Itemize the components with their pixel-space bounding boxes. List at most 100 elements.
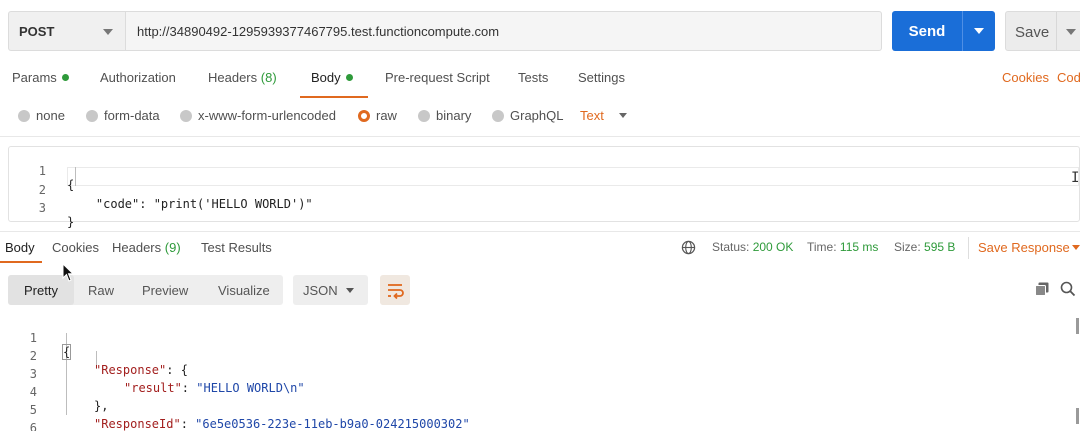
radio-graphql[interactable]: GraphQL	[492, 108, 563, 123]
time-info: Time: 115 ms	[807, 240, 878, 254]
view-raw[interactable]: Raw	[88, 275, 114, 305]
chevron-down-icon[interactable]	[619, 113, 627, 118]
tab-body-label: Body	[311, 70, 341, 85]
copy-icon[interactable]	[1034, 281, 1050, 297]
radio-circle	[180, 109, 192, 122]
save-options-chevron-icon[interactable]	[1066, 29, 1076, 35]
radio-urlencoded-label: x-www-form-urlencoded	[198, 108, 336, 123]
response-body-viewer[interactable]: 1 { 2 "Response": { 3 "result": "HELLO W…	[0, 316, 1080, 431]
request-body-editor[interactable]: 1 { 2 "code": "print('HELLO WORLD')" 3 }…	[8, 146, 1080, 229]
save-label: Save	[1015, 23, 1050, 41]
scrollbar-marker[interactable]	[1076, 408, 1079, 424]
tab-authorization[interactable]: Authorization	[100, 70, 176, 85]
mouse-cursor-icon	[62, 263, 75, 282]
tab-settings[interactable]: Settings	[578, 70, 625, 85]
chevron-down-icon	[346, 288, 354, 293]
code-line: 2 "code": "print('HELLO WORLD')"	[9, 169, 1079, 211]
send-options-chevron-icon[interactable]	[974, 28, 984, 34]
text-cursor-icon: I	[1071, 170, 1080, 186]
chevron-down-icon	[103, 29, 113, 35]
save-button[interactable]: Save	[1005, 11, 1080, 51]
method-select[interactable]: POST	[8, 11, 126, 51]
request-bar: POST http://34890492-1295939377467795.te…	[8, 11, 1080, 51]
radio-binary[interactable]: binary	[418, 108, 471, 123]
chevron-down-icon[interactable]	[1072, 245, 1080, 250]
radio-graphql-label: GraphQL	[510, 108, 564, 123]
divider	[0, 231, 1080, 232]
send-button[interactable]: Send	[892, 11, 995, 51]
format-select[interactable]: JSON	[293, 275, 368, 305]
code-text: }	[67, 215, 75, 229]
cookies-link[interactable]: Cookies	[1002, 70, 1049, 85]
request-tabs: Params Authorization Headers (8) Body Pr…	[0, 70, 1080, 88]
radio-none[interactable]: none	[18, 108, 65, 123]
url-value: http://34890492-1295939377467795.test.fu…	[137, 23, 500, 39]
save-divider	[1056, 12, 1057, 50]
search-icon[interactable]	[1060, 281, 1076, 297]
tab-params-label: Params	[12, 70, 57, 85]
tab-tests[interactable]: Tests	[518, 70, 548, 85]
send-divider	[962, 11, 963, 51]
resp-headers-count: (9)	[164, 240, 181, 255]
radio-none-label: none	[36, 108, 65, 123]
time-label: Time:	[807, 240, 837, 254]
save-response-button[interactable]: Save Response	[978, 240, 1070, 255]
code-line: 4 },	[0, 371, 1070, 413]
radio-urlencoded[interactable]: x-www-form-urlencoded	[180, 108, 336, 123]
response-tab-underline	[0, 261, 42, 263]
scrollbar-marker[interactable]	[1076, 318, 1079, 334]
radio-raw[interactable]: raw	[358, 108, 397, 123]
radio-circle	[86, 109, 98, 122]
send-label: Send	[908, 22, 946, 40]
tab-headers[interactable]: Headers (8)	[208, 70, 277, 85]
size-value: 595 B	[924, 240, 956, 254]
tab-headers-label: Headers	[208, 70, 258, 85]
resp-tab-test-results[interactable]: Test Results	[201, 240, 272, 255]
radio-form-data-label: form-data	[104, 108, 160, 123]
radio-binary-label: binary	[436, 108, 472, 123]
status-info: Status: 200 OK	[712, 240, 793, 254]
line-number: 3	[38, 201, 46, 215]
code-link[interactable]: Code	[1057, 70, 1080, 85]
method-label: POST	[19, 23, 55, 39]
url-input[interactable]: http://34890492-1295939377467795.test.fu…	[125, 11, 882, 51]
divider	[0, 136, 1080, 137]
view-visualize[interactable]: Visualize	[218, 275, 270, 305]
params-indicator-dot	[61, 74, 69, 81]
divider	[968, 237, 969, 259]
body-type-options: none form-data x-www-form-urlencoded raw…	[0, 108, 1080, 126]
line-number: 6	[29, 421, 37, 431]
resp-tab-cookies[interactable]: Cookies	[52, 240, 99, 255]
resp-tab-body[interactable]: Body	[5, 240, 35, 255]
view-mode-group: Pretty Raw Preview Visualize	[8, 275, 283, 305]
format-label: JSON	[303, 282, 338, 298]
radio-raw-label: raw	[376, 108, 397, 123]
view-preview[interactable]: Preview	[142, 275, 188, 305]
status-label: Status:	[712, 240, 750, 254]
radio-circle	[492, 109, 504, 122]
radio-circle	[418, 109, 430, 122]
code-line: 3 "result": "HELLO WORLD\n"	[0, 353, 1070, 395]
active-tab-underline	[300, 96, 368, 98]
resp-tab-headers[interactable]: Headers (9)	[112, 240, 181, 255]
raw-format-select[interactable]: Text	[580, 108, 604, 123]
globe-icon[interactable]	[681, 240, 696, 255]
tab-body[interactable]: Body	[311, 70, 353, 85]
resp-tab-headers-label: Headers	[112, 240, 162, 255]
size-label: Size:	[894, 240, 921, 254]
radio-circle	[18, 109, 30, 122]
wrap-lines-icon	[388, 284, 404, 300]
code-line: 1 {	[9, 150, 1079, 192]
headers-count: (8)	[260, 70, 277, 85]
status-value: 200 OK	[752, 240, 794, 254]
time-value: 115 ms	[839, 240, 879, 254]
tab-params[interactable]: Params	[12, 70, 69, 85]
code-line: 6 }	[0, 407, 1070, 431]
wrap-lines-button[interactable]	[380, 275, 410, 305]
radio-circle-selected	[358, 109, 370, 122]
body-indicator-dot	[345, 74, 353, 81]
tab-pre-request-script[interactable]: Pre-request Script	[385, 70, 490, 85]
code-line: 2 "Response": {	[0, 335, 1070, 377]
radio-form-data[interactable]: form-data	[86, 108, 160, 123]
code-line: 3 }	[9, 187, 1079, 229]
